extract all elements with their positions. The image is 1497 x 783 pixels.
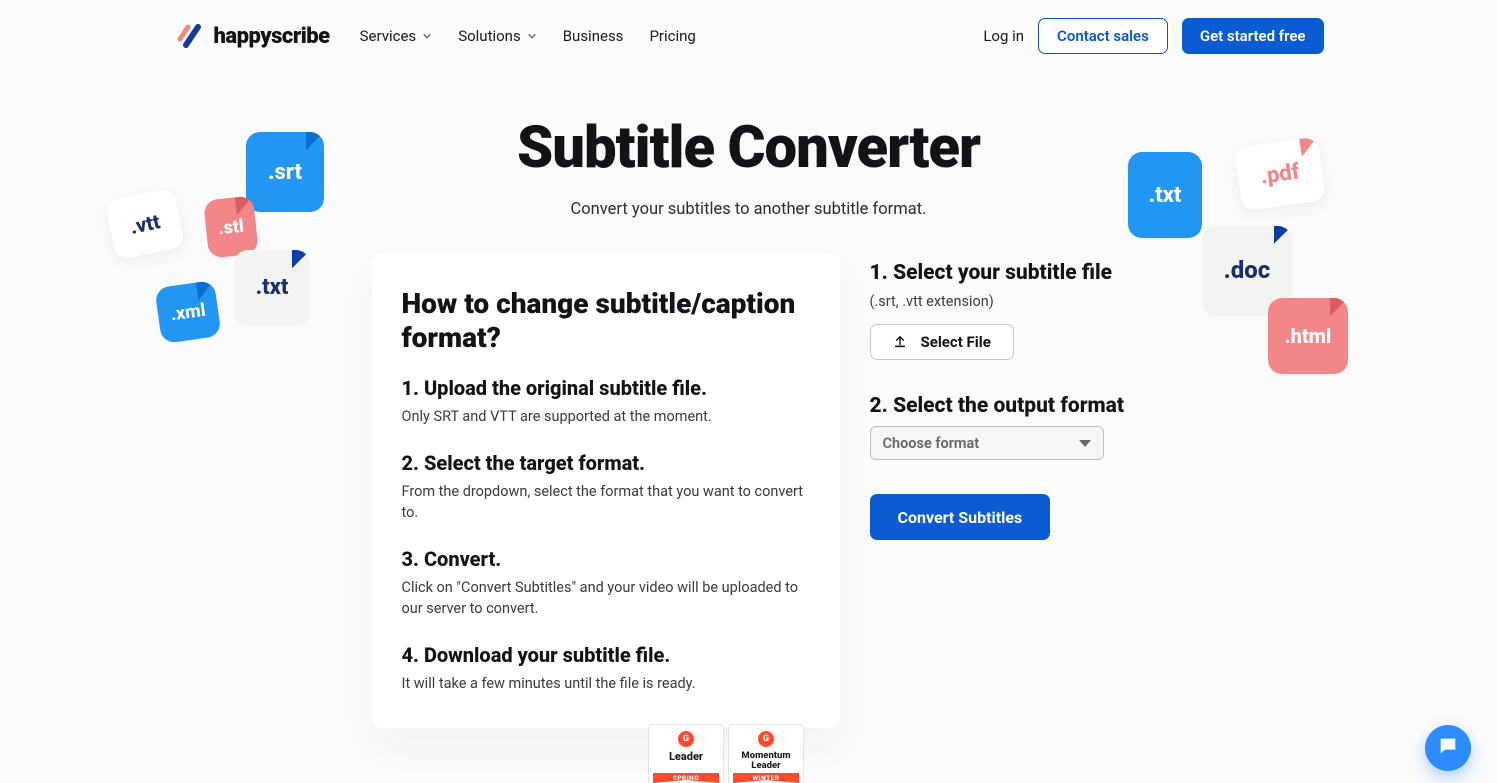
panel-step2-title: 2. Select the output format	[870, 394, 1324, 418]
howto-step-3: 3. Convert. Click on "Convert Subtitles"…	[402, 547, 810, 619]
g2-logo-icon: G	[678, 731, 694, 747]
g2-momentum-title: Momentum Leader	[729, 751, 803, 772]
nav-links: Services Solutions Business Pricing	[360, 27, 696, 45]
top-nav: happyscribe Services Solutions Business …	[174, 0, 1324, 54]
g2-leader-period: SPRING	[653, 773, 719, 783]
get-started-button[interactable]: Get started free	[1182, 18, 1324, 54]
page-title: Subtitle Converter	[0, 114, 1497, 182]
howto-step-4: 4. Download your subtitle file. It will …	[402, 643, 810, 694]
logo-mark-icon	[174, 21, 204, 51]
g2-badges: G Leader SPRING G Momentum Leader WINTER	[648, 724, 804, 782]
nav-solutions[interactable]: Solutions	[458, 27, 537, 45]
dropdown-triangle-icon	[1079, 440, 1091, 447]
chevron-down-icon	[527, 31, 537, 41]
select-file-label: Select File	[921, 333, 991, 351]
panel-step-2: 2. Select the output format Choose forma…	[870, 394, 1324, 460]
howto-step-title: 1. Upload the original subtitle file.	[402, 376, 810, 400]
chip-html: .html	[1268, 298, 1348, 374]
format-placeholder: Choose format	[883, 435, 980, 452]
login-link[interactable]: Log in	[983, 27, 1024, 45]
upload-icon	[893, 335, 907, 349]
g2-momentum-badge: G Momentum Leader WINTER	[728, 724, 804, 782]
nav-services[interactable]: Services	[360, 27, 433, 45]
page-subtitle: Convert your subtitles to another subtit…	[0, 200, 1497, 219]
chip-xml: .xml	[154, 280, 221, 344]
g2-leader-title: Leader	[649, 751, 723, 763]
help-chat-button[interactable]	[1425, 725, 1471, 771]
nav-pricing[interactable]: Pricing	[649, 27, 695, 45]
contact-sales-button[interactable]: Contact sales	[1038, 18, 1168, 54]
g2-leader-badge: G Leader SPRING	[648, 724, 724, 782]
chevron-down-icon	[422, 31, 432, 41]
output-format-select[interactable]: Choose format	[870, 426, 1104, 460]
chat-icon	[1437, 735, 1459, 761]
howto-step-1: 1. Upload the original subtitle file. On…	[402, 376, 810, 427]
howto-step-desc: It will take a few minutes until the fil…	[402, 673, 810, 694]
howto-step-desc: From the dropdown, select the format tha…	[402, 481, 810, 523]
nav-business[interactable]: Business	[563, 27, 624, 45]
hero: Subtitle Converter Convert your subtitle…	[0, 114, 1497, 219]
howto-step-2: 2. Select the target format. From the dr…	[402, 451, 810, 523]
g2-logo-icon: G	[758, 731, 774, 747]
brand-name: happyscribe	[214, 24, 330, 49]
howto-step-desc: Only SRT and VTT are supported at the mo…	[402, 406, 810, 427]
select-file-button[interactable]: Select File	[870, 324, 1014, 360]
howto-step-title: 2. Select the target format.	[402, 451, 810, 475]
howto-step-title: 3. Convert.	[402, 547, 810, 571]
howto-step-desc: Click on "Convert Subtitles" and your vi…	[402, 577, 810, 619]
howto-title: How to change subtitle/caption format?	[402, 287, 810, 354]
main: How to change subtitle/caption format? 1…	[174, 253, 1324, 728]
howto-step-title: 4. Download your subtitle file.	[402, 643, 810, 667]
convert-button[interactable]: Convert Subtitles	[870, 494, 1051, 540]
brand-logo[interactable]: happyscribe	[174, 21, 330, 51]
g2-momentum-period: WINTER	[733, 773, 799, 783]
chip-txt-left: .txt	[234, 250, 310, 324]
howto-card: How to change subtitle/caption format? 1…	[372, 253, 840, 728]
